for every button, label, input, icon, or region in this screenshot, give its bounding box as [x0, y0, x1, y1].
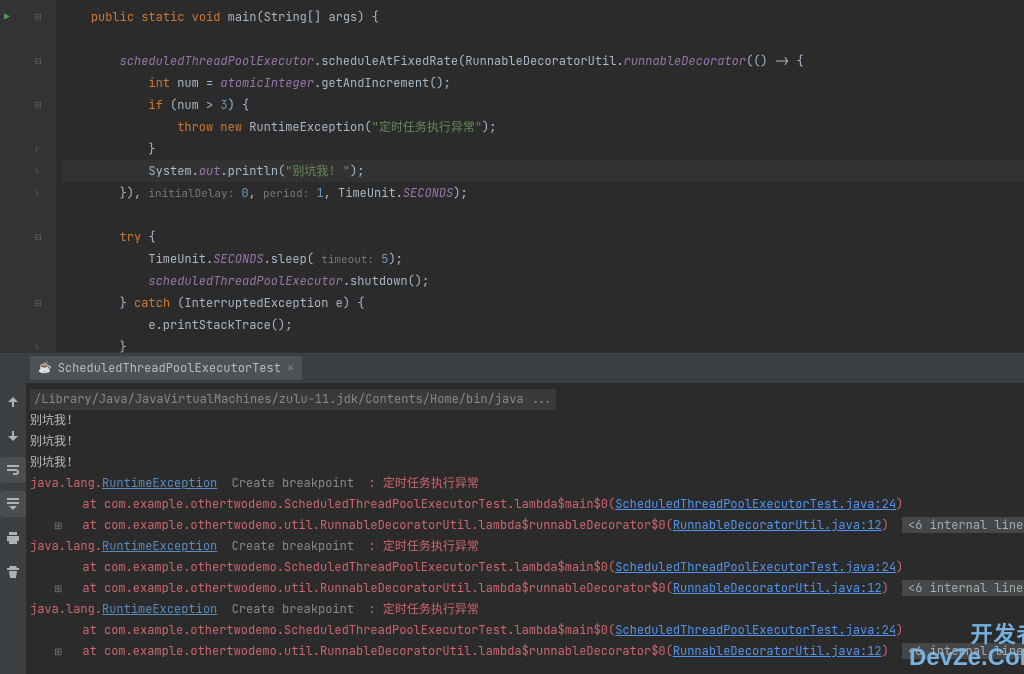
fold-indicator[interactable] — [20, 28, 56, 50]
arrow-up-icon[interactable] — [0, 389, 26, 415]
code-line[interactable]: TimeUnit.SECONDS.sleep( timeout: 5); — [62, 248, 1024, 270]
fold-gutter: ⊟⊟⊟⊦⊦⊦⊟⊟⊦ — [20, 0, 56, 352]
fold-indicator[interactable]: ⊟ — [20, 94, 56, 116]
stack-frame: ⊞ at com.example.othertwodemo.util.Runna… — [30, 641, 1024, 662]
fold-indicator[interactable]: ⊟ — [20, 226, 56, 248]
code-line[interactable]: e.printStackTrace(); — [62, 314, 1024, 336]
code-line[interactable]: int num = atomicInteger.getAndIncrement(… — [62, 72, 1024, 94]
exception-link[interactable]: RuntimeException — [102, 475, 217, 491]
code-line[interactable] — [62, 204, 1024, 226]
code-line[interactable]: throw new RuntimeException("定时任务执行异常"); — [62, 116, 1024, 138]
fold-indicator[interactable]: ⊦ — [20, 138, 56, 160]
stack-frame: at com.example.othertwodemo.ScheduledThr… — [30, 494, 1024, 515]
fold-indicator[interactable]: ⊦ — [20, 336, 56, 358]
source-link[interactable]: RunnableDecoratorUtil.java:12 — [673, 580, 882, 596]
source-link[interactable]: ScheduledThreadPoolExecutorTest.java:24 — [615, 559, 896, 575]
arrow-down-icon[interactable] — [0, 423, 26, 449]
stack-frame: at com.example.othertwodemo.ScheduledThr… — [30, 620, 1024, 641]
fold-indicator[interactable]: ⊦ — [20, 182, 56, 204]
fold-indicator[interactable] — [20, 248, 56, 270]
exception-line: java.lang.RuntimeException Create breakp… — [30, 473, 1024, 494]
command-line: /Library/Java/JavaVirtualMachines/zulu-1… — [30, 389, 1024, 410]
source-link[interactable]: ScheduledThreadPoolExecutorTest.java:24 — [615, 496, 896, 512]
source-link[interactable]: RunnableDecoratorUtil.java:12 — [673, 643, 882, 659]
stdout-line: 别坑我! — [30, 431, 1024, 452]
exception-link[interactable]: RuntimeException — [102, 601, 217, 617]
code-line[interactable]: System.out.println("别坑我! "); — [62, 160, 1024, 182]
fold-indicator[interactable] — [20, 204, 56, 226]
fold-indicator[interactable]: ⊟ — [20, 6, 56, 28]
fold-indicator[interactable]: ⊟ — [20, 50, 56, 72]
code-line[interactable]: } — [62, 336, 1024, 358]
run-gutter-icon[interactable]: ▶ — [4, 10, 10, 23]
code-line[interactable]: } — [62, 138, 1024, 160]
internal-lines-badge[interactable]: <6 internal lines> — [902, 517, 1024, 533]
source-link[interactable]: ScheduledThreadPoolExecutorTest.java:24 — [615, 622, 896, 638]
fold-indicator[interactable] — [20, 270, 56, 292]
console-toolbar — [0, 353, 26, 674]
tab-label: ScheduledThreadPoolExecutorTest — [58, 360, 281, 376]
fold-indicator[interactable]: ⊦ — [20, 160, 56, 182]
code-area[interactable]: public static void main(String[] args) {… — [56, 0, 1024, 352]
code-line[interactable]: try { — [62, 226, 1024, 248]
close-icon[interactable]: × — [287, 360, 294, 376]
fold-indicator[interactable] — [20, 116, 56, 138]
java-class-icon: ☕ — [38, 361, 52, 375]
code-line[interactable]: scheduledThreadPoolExecutor.shutdown(); — [62, 270, 1024, 292]
internal-lines-badge[interactable]: <6 internal lines> — [902, 643, 1024, 659]
code-line[interactable]: scheduledThreadPoolExecutor.scheduleAtFi… — [62, 50, 1024, 72]
marker-gutter: ▶ n: — [0, 0, 20, 352]
stack-frame: ⊞ at com.example.othertwodemo.util.Runna… — [30, 515, 1024, 536]
stdout-line: 别坑我! — [30, 452, 1024, 473]
code-line[interactable]: } catch (InterruptedException e) { — [62, 292, 1024, 314]
run-console-panel: ☕ ScheduledThreadPoolExecutorTest × /Lib… — [0, 352, 1024, 674]
source-link[interactable]: RunnableDecoratorUtil.java:12 — [673, 517, 882, 533]
code-line[interactable] — [62, 28, 1024, 50]
fold-indicator[interactable] — [20, 314, 56, 336]
code-line[interactable]: if (num > 3) { — [62, 94, 1024, 116]
code-line[interactable]: public static void main(String[] args) { — [62, 6, 1024, 28]
expand-icon[interactable]: ⊞ — [54, 641, 68, 662]
fold-indicator[interactable] — [20, 72, 56, 94]
exception-line: java.lang.RuntimeException Create breakp… — [30, 536, 1024, 557]
soft-wrap-icon[interactable] — [0, 457, 26, 483]
expand-icon[interactable]: ⊞ — [54, 515, 68, 536]
stdout-line: 别坑我! — [30, 410, 1024, 431]
exception-link[interactable]: RuntimeException — [102, 538, 217, 554]
stack-frame: ⊞ at com.example.othertwodemo.util.Runna… — [30, 578, 1024, 599]
exception-line: java.lang.RuntimeException Create breakp… — [30, 599, 1024, 620]
internal-lines-badge[interactable]: <6 internal lines> — [902, 580, 1024, 596]
trash-icon[interactable] — [0, 559, 26, 585]
print-icon[interactable] — [0, 525, 26, 551]
console-tab[interactable]: ☕ ScheduledThreadPoolExecutorTest × — [30, 356, 302, 380]
expand-icon[interactable]: ⊞ — [54, 578, 68, 599]
stack-frame: at com.example.othertwodemo.ScheduledThr… — [30, 557, 1024, 578]
console-body: ☕ ScheduledThreadPoolExecutorTest × /Lib… — [26, 353, 1024, 674]
scroll-to-end-icon[interactable] — [0, 491, 26, 517]
fold-indicator[interactable]: ⊟ — [20, 292, 56, 314]
console-output[interactable]: /Library/Java/JavaVirtualMachines/zulu-1… — [26, 383, 1024, 674]
code-line[interactable]: }), initialDelay: 0, period: 1, TimeUnit… — [62, 182, 1024, 204]
code-editor[interactable]: ▶ n: ⊟⊟⊟⊦⊦⊦⊟⊟⊦ public static void main(S… — [0, 0, 1024, 352]
